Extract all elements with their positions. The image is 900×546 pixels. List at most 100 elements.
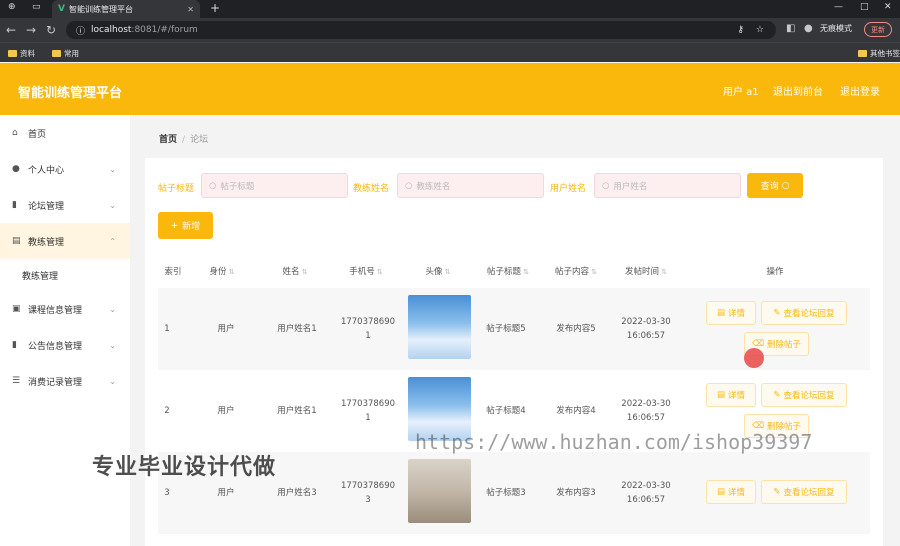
breadcrumb: 首页 / 论坛 xyxy=(159,132,208,145)
sidepanel-icon[interactable]: ◧ xyxy=(786,23,795,34)
column-header-index: 索引 xyxy=(164,267,182,277)
cell-post-content: 发布内容4 xyxy=(556,406,596,416)
cell-role: 用户 xyxy=(217,324,235,334)
sidebar-item-label: 首页 xyxy=(28,129,47,140)
folder-icon xyxy=(858,50,867,57)
sidebar-item-label: 消费记录管理 xyxy=(28,377,83,388)
sidebar-subitem-label: 教练管理 xyxy=(22,271,59,282)
bookmark-folder-1[interactable]: 资料 xyxy=(8,48,35,59)
query-button[interactable]: 查询 ○ xyxy=(747,173,803,198)
add-label: 新增 xyxy=(182,222,201,232)
detail-button[interactable]: ▤ 详情 xyxy=(706,383,756,407)
filter-label-title: 帖子标题 xyxy=(158,184,195,194)
column-header-time[interactable]: 发帖时间 ⇅ xyxy=(625,265,667,277)
cell-name: 用户姓名3 xyxy=(277,488,317,498)
user-search-input[interactable]: ○ 用户姓名 xyxy=(594,173,741,198)
filter-label-user: 用户姓名 xyxy=(550,184,587,194)
view-replies-button[interactable]: ✎ 查看论坛回复 xyxy=(761,383,847,407)
column-header-title[interactable]: 帖子标题 ⇅ xyxy=(487,265,529,277)
cell-phone-tail: 1 xyxy=(365,413,371,423)
sidebar-subitem-coach[interactable]: 教练管理 xyxy=(0,259,130,291)
globe-icon[interactable]: ⊕ xyxy=(8,2,16,12)
query-label: 查询 xyxy=(760,182,779,192)
sidebar-item-notice[interactable]: ▮ 公告信息管理 ⌄ xyxy=(0,327,130,363)
new-tab-icon[interactable]: + xyxy=(210,1,220,15)
cell-post-title: 帖子标题3 xyxy=(486,488,526,498)
sidebar-item-label: 课程信息管理 xyxy=(28,305,83,316)
view-replies-label: 查看论坛回复 xyxy=(783,309,835,319)
breadcrumb-home[interactable]: 首页 xyxy=(159,135,177,145)
column-header-name[interactable]: 姓名 ⇅ xyxy=(283,265,308,277)
cell-post-date: 2022-03-30 xyxy=(621,317,671,327)
sidebar-item-coach[interactable]: ▤ 教练管理 ⌃ xyxy=(0,223,130,259)
plus-icon: + xyxy=(170,220,179,231)
maximize-icon[interactable]: □ xyxy=(860,2,869,12)
detail-label: 详情 xyxy=(728,391,746,401)
chevron-down-icon: ⌄ xyxy=(109,304,116,314)
star-icon[interactable]: ☆ xyxy=(756,25,764,35)
edit-icon: ✎ xyxy=(773,390,781,400)
sidebar-item-forum[interactable]: ▮ 论坛管理 ⌄ xyxy=(0,187,130,223)
doc-icon: ▣ xyxy=(12,304,21,314)
detail-button[interactable]: ▤ 详情 xyxy=(706,480,756,504)
title-search-input[interactable]: ○ 帖子标题 xyxy=(201,173,348,198)
sort-icon: ⇅ xyxy=(591,268,597,276)
sidebar-item-label: 教练管理 xyxy=(28,237,65,248)
back-icon[interactable]: ← xyxy=(6,23,16,37)
back-to-frontend-link[interactable]: 退出到前台 xyxy=(773,83,823,98)
view-replies-button[interactable]: ✎ 查看论坛回复 xyxy=(761,301,847,325)
header-label: 姓名 xyxy=(282,267,300,277)
logout-link[interactable]: 退出登录 xyxy=(840,83,880,98)
column-header-phone[interactable]: 手机号 ⇅ xyxy=(349,265,382,277)
cell-phone-tail: 1 xyxy=(365,331,371,341)
sidebar-item-profile[interactable]: ● 个人中心 ⌄ xyxy=(0,151,130,187)
url-field[interactable]: ⓘ localhost:8081/#/forum ⚷ ☆ xyxy=(66,21,776,39)
view-replies-button[interactable]: ✎ 查看论坛回复 xyxy=(761,480,847,504)
header-label: 帖子内容 xyxy=(555,267,590,277)
cell-index: 2 xyxy=(164,406,170,416)
cell-post-time: 16:06:57 xyxy=(626,331,666,341)
key-icon[interactable]: ⚷ xyxy=(737,25,744,35)
cell-index: 1 xyxy=(164,324,170,334)
update-button[interactable]: 更新 xyxy=(864,22,892,37)
detail-button[interactable]: ▤ 详情 xyxy=(706,301,756,325)
column-header-avatar[interactable]: 头像 ⇅ xyxy=(426,265,451,277)
cell-index: 3 xyxy=(164,488,170,498)
folder-icon: ▤ xyxy=(12,236,21,246)
window-icon[interactable]: ▭ xyxy=(32,2,41,12)
sort-icon: ⇅ xyxy=(523,268,529,276)
avatar xyxy=(408,295,471,359)
bar-chart-icon: ▮ xyxy=(12,340,17,350)
add-button[interactable]: + 新增 xyxy=(158,212,213,239)
forward-icon[interactable]: → xyxy=(26,23,36,37)
sort-icon: ⇅ xyxy=(444,268,451,276)
other-bookmarks[interactable]: 其他书签 xyxy=(858,48,900,59)
coach-search-input[interactable]: ○ 教练姓名 xyxy=(397,173,544,198)
breadcrumb-separator: / xyxy=(182,135,186,145)
minimize-icon[interactable]: — xyxy=(834,2,843,12)
reload-icon[interactable]: ↻ xyxy=(46,23,56,37)
tab-title: 智能训练管理平台 xyxy=(68,4,133,14)
column-header-content[interactable]: 帖子内容 ⇅ xyxy=(555,265,597,277)
cell-post-content: 发布内容5 xyxy=(556,324,596,334)
sidebar: ⌂ 首页 ● 个人中心 ⌄ ▮ 论坛管理 ⌄ ▤ 教练管理 ⌃ 教练管理 ▣ 课程信息管理 ⌄ ▮… xyxy=(0,115,130,546)
bookmark-folder-2[interactable]: 常用 xyxy=(52,48,79,59)
home-icon: ⌂ xyxy=(12,128,18,138)
sidebar-item-consumption[interactable]: ☰ 消费记录管理 ⌄ xyxy=(0,363,130,399)
view-replies-label: 查看论坛回复 xyxy=(783,488,835,498)
click-indicator xyxy=(744,348,764,368)
info-icon: ⓘ xyxy=(76,26,86,37)
search-icon: ○ xyxy=(781,180,790,191)
column-header-role[interactable]: 身份 ⇅ xyxy=(210,265,235,277)
sidebar-item-course[interactable]: ▣ 课程信息管理 ⌄ xyxy=(0,291,130,327)
close-window-icon[interactable]: ✕ xyxy=(884,2,892,12)
close-tab-icon[interactable]: ✕ xyxy=(187,5,194,14)
sidebar-item-label: 个人中心 xyxy=(28,165,65,176)
chevron-down-icon: ⌄ xyxy=(109,164,116,174)
header-label: 头像 xyxy=(425,267,443,277)
browser-tab[interactable]: V 智能训练管理平台 ✕ xyxy=(52,0,200,18)
sidebar-item-home[interactable]: ⌂ 首页 xyxy=(0,115,130,151)
doc-icon: ▤ xyxy=(716,390,725,400)
cell-phone: 1770378690 xyxy=(340,317,396,327)
view-replies-label: 查看论坛回复 xyxy=(783,391,835,401)
